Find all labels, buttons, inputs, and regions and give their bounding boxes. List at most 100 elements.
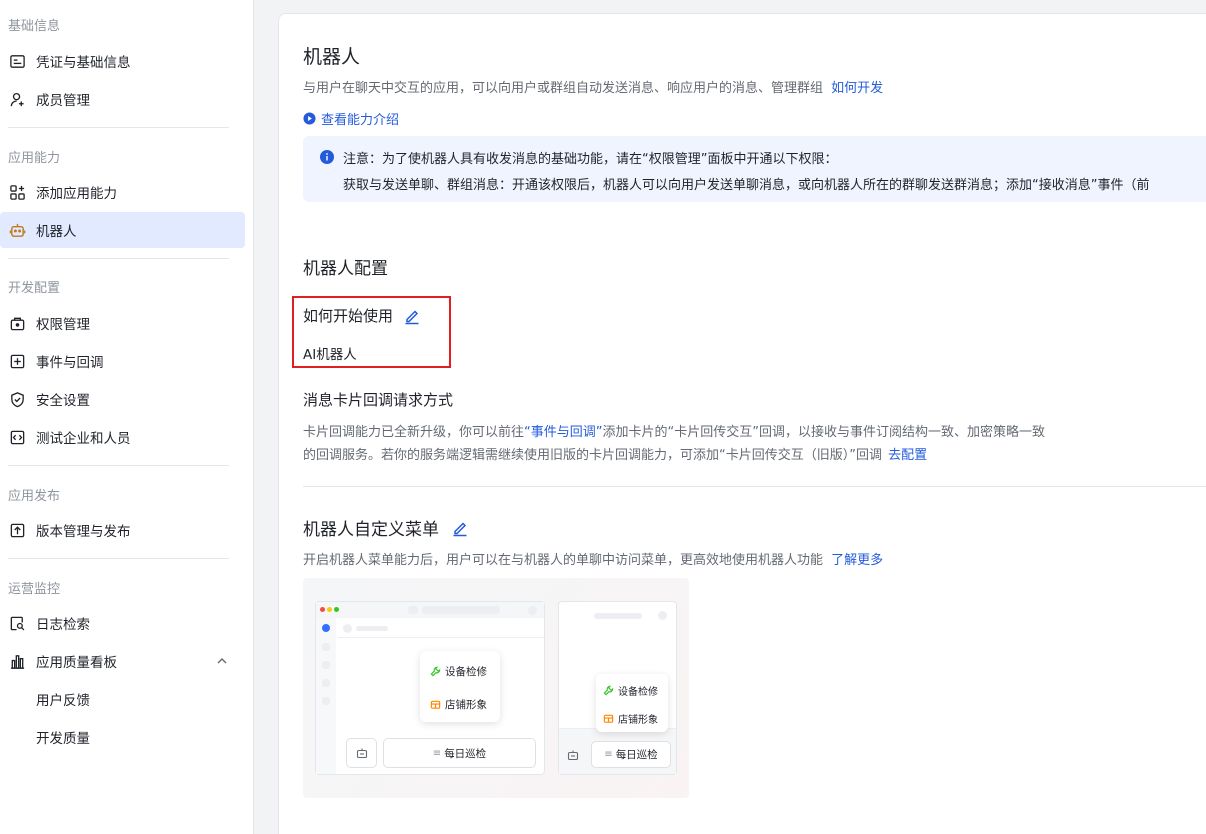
sidebar-divider: [8, 258, 229, 259]
mobile-robot-button: [561, 742, 585, 768]
notice-line-1: 注意：为了使机器人具有收发消息的基础功能，请在“权限管理”面板中开通以下权限：: [343, 152, 838, 167]
menu-lines-icon: ≡: [432, 747, 442, 759]
how-to-use-label: 如何开始使用: [303, 307, 394, 325]
menu-item-repair: 设备检修: [603, 683, 658, 698]
sidebar-item-label: 开发质量: [36, 731, 90, 747]
ability-intro-label: 查看能力介绍: [321, 113, 400, 128]
sidebar-item-label: 权限管理: [36, 317, 90, 333]
edit-icon[interactable]: [451, 519, 469, 537]
main-panel: 机器人 与用户在聊天中交互的应用，可以向用户或群组自动发送消息、响应用户的消息、…: [278, 13, 1206, 834]
section-title-release: 应用发布: [8, 489, 61, 504]
robot-icon: [356, 748, 367, 759]
store-icon: [430, 700, 441, 709]
store-icon: [603, 714, 614, 723]
sidebar-item-label: 成员管理: [36, 93, 90, 109]
custom-menu-description: 开启机器人菜单能力后，用户可以在与机器人的单聊中访问菜单，更高效地使用机器人功能…: [303, 549, 883, 568]
page-description: 与用户在聊天中交互的应用，可以向用户或群组自动发送消息、响应用户的消息、管理群组…: [303, 77, 883, 96]
sidebar-item-label: 安全设置: [36, 393, 90, 409]
sidebar-item-label: 测试企业和人员: [36, 431, 131, 447]
sidebar-item-quality-board[interactable]: 应用质量看板: [0, 643, 245, 679]
menu-lines-icon: ≡: [604, 749, 613, 760]
sidebar-item-label: 机器人: [36, 224, 77, 240]
sidebar-divider: [8, 558, 229, 559]
ability-intro-link[interactable]: 查看能力介绍: [303, 109, 399, 128]
sidebar-item-security[interactable]: 安全设置: [0, 381, 245, 417]
robot-icon: [567, 750, 579, 761]
edit-icon[interactable]: [403, 307, 421, 325]
card-callback-text: 的回调服务。若你的服务端逻辑需继续使用旧版的卡片回调能力，可添加“卡片回传交互（…: [303, 448, 882, 463]
wrench-icon: [430, 666, 441, 677]
menu-item-label: 店铺形象: [618, 715, 658, 726]
how-to-use-row: 如何开始使用: [303, 305, 421, 326]
robot-icon: [8, 221, 26, 239]
info-icon: [320, 150, 334, 164]
learn-more-link[interactable]: 了解更多: [831, 553, 883, 568]
card-callback-line-1: 卡片回调能力已全新升级，你可以前往“事件与回调”添加卡片的“卡片回传交互”回调，…: [303, 421, 1045, 440]
menu-description-text: 开启机器人菜单能力后，用户可以在与机器人的单聊中访问菜单，更高效地使用机器人功能: [303, 553, 824, 568]
sidebar-item-label: 事件与回调: [36, 355, 104, 371]
events-callback-link[interactable]: “事件与回调”: [524, 425, 602, 440]
sidebar-item-dev-quality[interactable]: 开发质量: [0, 719, 245, 755]
robot-config-title: 机器人配置: [303, 259, 388, 279]
section-title-dev: 开发配置: [8, 281, 61, 296]
desktop-robot-button: [346, 738, 377, 768]
notice-line-2: 获取与发送单聊、群组消息：开通该权限后，机器人可以向用户发送单聊消息，或向机器人…: [343, 178, 1150, 193]
event-icon: [8, 352, 26, 370]
sidebar-item-events[interactable]: 事件与回调: [0, 343, 245, 379]
card-callback-text: 卡片回调能力已全新升级，你可以前往: [303, 425, 525, 440]
page-title: 机器人: [303, 46, 361, 68]
sidebar-divider: [8, 127, 229, 128]
how-to-use-value: AI机器人: [303, 347, 357, 363]
sidebar-item-version[interactable]: 版本管理与发布: [0, 512, 245, 548]
sidebar-item-test-org[interactable]: 测试企业和人员: [0, 419, 245, 455]
add-member-icon: [8, 90, 26, 108]
bar-chart-icon: [8, 652, 26, 670]
menu-item-repair: 设备检修: [430, 664, 487, 679]
menu-item-label: 设备检修: [445, 666, 487, 678]
menu-illustration: 设备检修 店铺形象 ≡ 每日巡检 设备检修 店铺形象 ≡ 每日巡检: [303, 578, 689, 798]
permission-icon: [8, 314, 26, 332]
notice-banner: 注意：为了使机器人具有收发消息的基础功能，请在“权限管理”面板中开通以下权限： …: [303, 136, 1206, 202]
menu-item-shop: 店铺形象: [603, 711, 658, 726]
sidebar-item-credentials[interactable]: 凭证与基础信息: [0, 43, 245, 79]
mobile-daily-check-button: ≡ 每日巡检: [591, 741, 671, 768]
sidebar-item-add-ability[interactable]: 添加应用能力: [0, 174, 245, 210]
sidebar-item-label: 添加应用能力: [36, 186, 117, 202]
section-title-ops: 运营监控: [8, 582, 61, 597]
menu-item-label: 设备检修: [618, 687, 658, 698]
sidebar-item-label: 凭证与基础信息: [36, 55, 131, 71]
code-icon: [8, 428, 26, 446]
card-callback-text: 添加卡片的“卡片回传交互”回调，以接收与事件订阅结构一致、加密策略一致: [602, 425, 1045, 440]
sidebar-item-label: 用户反馈: [36, 693, 90, 709]
custom-menu-title-row: 机器人自定义菜单: [303, 515, 469, 540]
daily-check-label: 每日巡检: [444, 747, 487, 760]
sidebar-item-log-search[interactable]: 日志检索: [0, 605, 245, 641]
sidebar-item-robot[interactable]: 机器人: [0, 212, 245, 248]
card-callback-line-2: 的回调服务。若你的服务端逻辑需继续使用旧版的卡片回调能力，可添加“卡片回传交互（…: [303, 444, 927, 463]
mobile-menu-popup: 设备检修 店铺形象: [596, 674, 668, 732]
go-config-link[interactable]: 去配置: [888, 448, 927, 463]
sidebar-item-label: 版本管理与发布: [36, 524, 131, 540]
play-icon: [303, 112, 316, 125]
menu-item-shop: 店铺形象: [430, 697, 487, 712]
daily-check-label: 每日巡检: [615, 749, 658, 761]
sidebar-item-label: 应用质量看板: [36, 655, 117, 671]
custom-menu-title: 机器人自定义菜单: [303, 520, 439, 540]
sidebar: 基础信息 凭证与基础信息 成员管理 应用能力 添加应用能力 机器人 开发配置 权…: [0, 0, 254, 834]
chevron-up-icon[interactable]: [215, 654, 229, 668]
shield-icon: [8, 390, 26, 408]
app-grid-icon: [8, 183, 26, 201]
description-text: 与用户在聊天中交互的应用，可以向用户或群组自动发送消息、响应用户的消息、管理群组: [303, 81, 824, 96]
how-to-develop-link[interactable]: 如何开发: [831, 81, 883, 96]
section-title-ability: 应用能力: [8, 151, 61, 166]
sidebar-item-user-feedback[interactable]: 用户反馈: [0, 681, 245, 717]
sidebar-item-permissions[interactable]: 权限管理: [0, 305, 245, 341]
menu-item-label: 店铺形象: [445, 699, 487, 711]
sidebar-item-label: 日志检索: [36, 617, 90, 633]
credential-icon: [8, 52, 26, 70]
desktop-daily-check-button: ≡ 每日巡检: [383, 738, 536, 768]
sidebar-item-members[interactable]: 成员管理: [0, 81, 245, 117]
sidebar-divider: [8, 465, 229, 466]
upload-icon: [8, 521, 26, 539]
section-divider: [303, 486, 1206, 487]
